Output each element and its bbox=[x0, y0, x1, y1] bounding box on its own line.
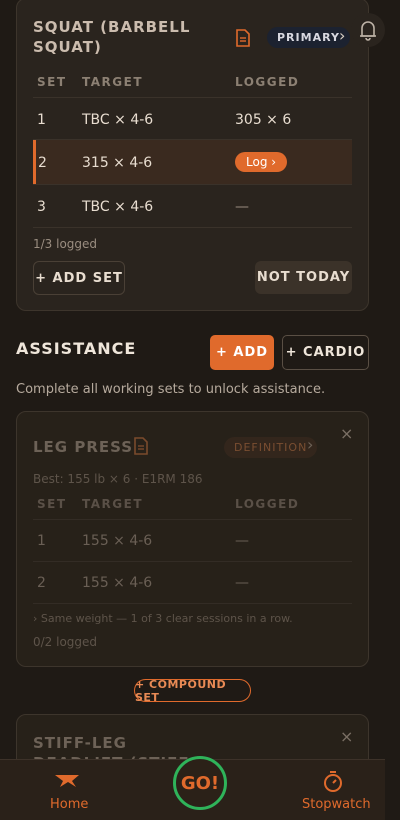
set-logged[interactable]: — bbox=[235, 199, 249, 215]
exercise-title[interactable]: SQUAT (BARBELL SQUAT) bbox=[33, 17, 190, 57]
not-today-button[interactable]: NOT TODAY bbox=[255, 261, 352, 294]
primary-badge: PRIMARY bbox=[267, 27, 350, 48]
close-icon[interactable]: × bbox=[340, 424, 353, 443]
set-number: 1 bbox=[37, 533, 46, 549]
progression-hint: › Same weight — 1 of 3 clear sessions in… bbox=[33, 612, 293, 625]
set-target: TBC × 4-6 bbox=[82, 112, 154, 128]
set-logged[interactable]: 305 × 6 bbox=[235, 112, 291, 128]
col-header-logged: LOGGED bbox=[235, 497, 300, 511]
col-header-set: SET bbox=[37, 75, 67, 89]
definition-badge: DEFINITION bbox=[224, 437, 318, 458]
stopwatch-icon bbox=[324, 771, 342, 792]
set-number: 3 bbox=[37, 199, 46, 215]
set-number: 2 bbox=[38, 155, 47, 171]
exercise-card-squat: SQUAT (BARBELL SQUAT) PRIMARY › SET TARG… bbox=[16, 0, 369, 311]
set-number: 2 bbox=[37, 575, 46, 591]
go-label: GO! bbox=[180, 772, 220, 794]
set-target: 155 × 4-6 bbox=[82, 575, 153, 591]
add-cardio-button[interactable]: + CARDIO bbox=[282, 335, 369, 370]
logged-progress: 1/3 logged bbox=[33, 237, 98, 251]
best-record: Best: 155 lb × 6 · E1RM 186 bbox=[33, 472, 203, 486]
bell-icon[interactable] bbox=[350, 12, 386, 48]
add-assistance-button[interactable]: + ADD bbox=[210, 335, 274, 370]
col-header-target: TARGET bbox=[82, 497, 144, 511]
exercise-title[interactable]: LEG PRESS bbox=[33, 437, 133, 457]
col-header-logged: LOGGED bbox=[235, 75, 300, 89]
set-target: TBC × 4-6 bbox=[82, 199, 154, 215]
set-logged: — bbox=[235, 533, 249, 549]
notes-icon[interactable] bbox=[235, 29, 251, 47]
set-logged: — bbox=[235, 575, 249, 591]
chevron-right-icon[interactable]: › bbox=[339, 26, 345, 45]
notes-icon[interactable] bbox=[133, 437, 149, 455]
add-set-button[interactable]: + ADD SET bbox=[33, 261, 125, 295]
close-icon[interactable]: × bbox=[340, 727, 353, 746]
assistance-note: Complete all working sets to unlock assi… bbox=[16, 382, 326, 397]
logged-progress: 0/2 logged bbox=[33, 635, 98, 649]
chevron-right-icon[interactable]: › bbox=[307, 435, 313, 454]
assistance-title: ASSISTANCE bbox=[16, 339, 137, 358]
set-target: 315 × 4-6 bbox=[82, 155, 153, 171]
nav-stopwatch[interactable]: Stopwatch bbox=[302, 797, 371, 812]
compound-set-button[interactable]: + COMPOUND SET bbox=[134, 678, 251, 704]
set-target: 155 × 4-6 bbox=[82, 533, 153, 549]
barbell-icon bbox=[55, 775, 79, 787]
exercise-card-leg-press: LEG PRESS DEFINITION › × Best: 155 lb × … bbox=[16, 411, 369, 667]
bottom-nav: Home GO! Stopwatch bbox=[0, 756, 385, 820]
log-button[interactable]: Log › bbox=[235, 152, 288, 172]
col-header-target: TARGET bbox=[82, 75, 144, 89]
nav-home[interactable]: Home bbox=[50, 797, 88, 812]
col-header-set: SET bbox=[37, 497, 67, 511]
go-button[interactable]: GO! bbox=[173, 756, 227, 810]
current-set-row[interactable] bbox=[33, 140, 352, 184]
set-number: 1 bbox=[37, 112, 46, 128]
